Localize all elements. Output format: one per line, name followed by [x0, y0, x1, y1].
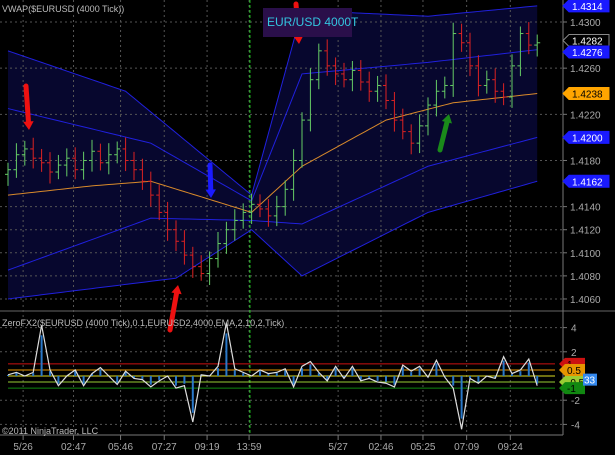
last-value-text: 33 — [584, 376, 596, 387]
y-tick-label: 1.4140 — [570, 203, 601, 214]
x-tick-label: 5/27 — [328, 442, 348, 453]
price-label-text: 1.4162 — [572, 177, 603, 188]
indicator-y-tick-label: 2 — [571, 348, 577, 359]
price-label: 1.4276 — [562, 45, 610, 59]
arrow-head — [171, 285, 182, 295]
x-tick-label: 09:19 — [195, 442, 220, 453]
x-tick-label: 13:59 — [237, 442, 262, 453]
price-label: 1.4200 — [562, 130, 610, 144]
chart-canvas[interactable]: 1.4300 1.4260 1.4220 1.4180 1.4140 1.4120 1.41… — [0, 0, 615, 455]
chart-window: 1.4300 1.4260 1.4220 1.4180 1.4140 1.4120 1.41… — [0, 0, 615, 455]
x-tick-label: 05:25 — [410, 442, 435, 453]
band-fill — [8, 5, 538, 299]
y-tick-label: 1.4220 — [570, 110, 601, 121]
x-tick-label: 07:09 — [454, 442, 479, 453]
y-tick-label: 1.4260 — [570, 64, 601, 75]
x-tick-label: 02:47 — [61, 442, 86, 453]
y-tick-label: 1.4100 — [570, 249, 601, 260]
copyright: ©2011 NinjaTrader, LLC — [2, 426, 99, 436]
price-panel-title: VWAP($EURUSD (4000 Tick)) — [2, 4, 125, 14]
x-tick-label: 09:24 — [498, 442, 523, 453]
price-label-text: 1.4314 — [572, 2, 603, 13]
y-tick-label: 1.4060 — [570, 295, 601, 306]
x-tick-label: 5/26 — [13, 442, 33, 453]
instrument-label: EUR/USD 4000T — [267, 15, 359, 29]
price-label-text: 1.4200 — [572, 133, 603, 144]
price-label: 1.4314 — [562, 0, 610, 13]
indicator-y-tick-label: -4 — [571, 420, 580, 431]
x-tick-label: 05:46 — [108, 442, 133, 453]
y-tick-label: 1.4180 — [570, 156, 601, 167]
indicator-panel-title: ZeroFX2($EURUSD (4000 Tick),0.1,EURUSD2,… — [2, 318, 285, 328]
indicator-y-tick-label: 4 — [571, 324, 577, 335]
price-label-text: 1.4276 — [572, 48, 603, 59]
y-tick-label: 1.4120 — [570, 226, 601, 237]
x-tick-label: 02:46 — [368, 442, 393, 453]
indicator-last-value: 33 — [583, 373, 597, 387]
price-label-text: 1.4238 — [572, 90, 603, 101]
x-tick-label: 07:27 — [152, 442, 177, 453]
arrow-shaft — [23, 83, 32, 127]
price-label: 1.4162 — [562, 174, 610, 188]
price-label: 1.4238 — [562, 87, 610, 101]
arrow-shaft — [207, 162, 214, 195]
y-tick-label: 1.4080 — [570, 272, 601, 283]
y-tick-label: 1.4300 — [570, 18, 601, 29]
level-label-text: 0.5 — [567, 366, 581, 377]
indicator-y-tick-label: -2 — [571, 396, 580, 407]
level-label-text: -1 — [567, 384, 576, 395]
